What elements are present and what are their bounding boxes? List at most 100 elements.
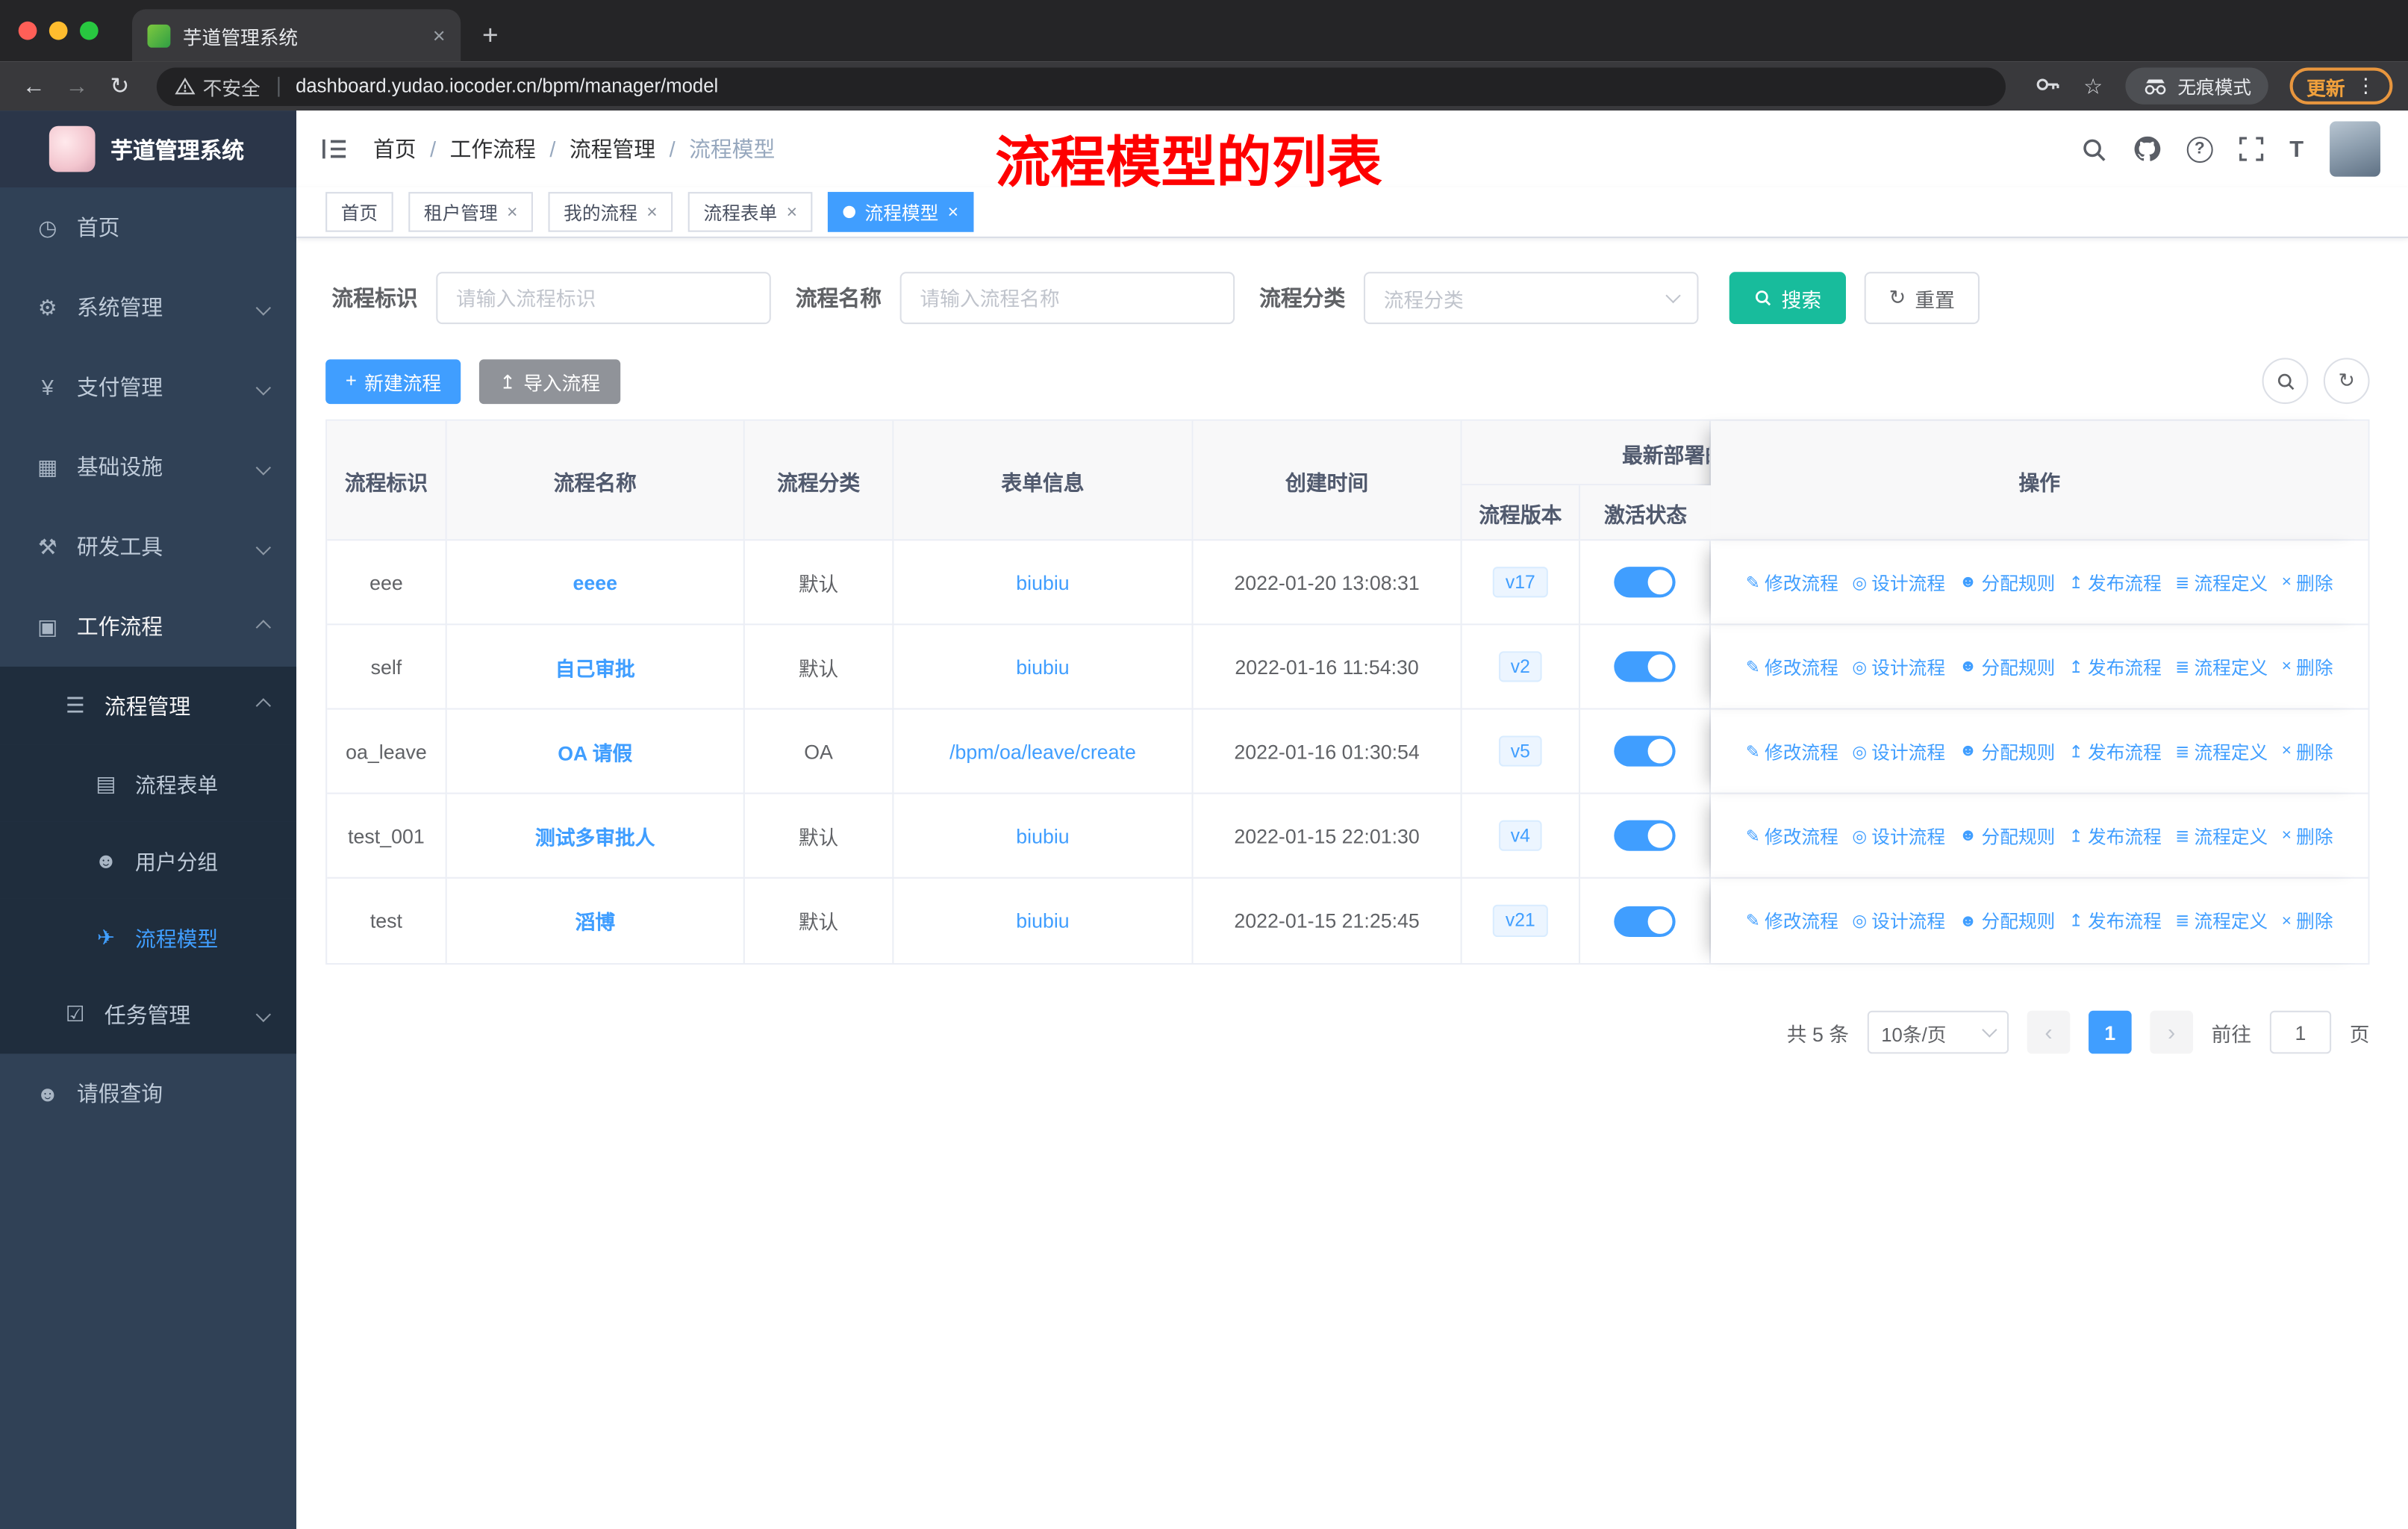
delete-link[interactable]: × 删除 (2282, 908, 2333, 934)
breadcrumb-process-management[interactable]: 流程管理 (570, 134, 655, 164)
tag-home[interactable]: 首页 (325, 192, 393, 232)
process-definition-link[interactable]: ≣ 流程定义 (2175, 569, 2268, 595)
page-size-select[interactable]: 10条/页 (1867, 1010, 2009, 1054)
design-process-link[interactable]: ◎ 设计流程 (1852, 738, 1945, 764)
user-avatar[interactable] (2330, 121, 2380, 177)
assign-rule-link[interactable]: ☻ 分配规则 (1959, 738, 2056, 764)
create-process-button[interactable]: + 新建流程 (325, 358, 461, 404)
assign-rule-link[interactable]: ☻ 分配规则 (1959, 823, 2056, 849)
sidebar-fold-icon[interactable] (321, 137, 349, 161)
edit-process-link[interactable]: ✎ 修改流程 (1746, 823, 1838, 849)
browser-tab[interactable]: 芋道管理系统 × (131, 9, 461, 62)
process-name-link[interactable]: 自己审批 (555, 657, 635, 680)
close-icon[interactable]: × (948, 202, 958, 223)
design-process-link[interactable]: ◎ 设计流程 (1852, 569, 1945, 595)
process-name-link[interactable]: 测试多审批人 (535, 826, 655, 849)
breadcrumb-home[interactable]: 首页 (373, 134, 417, 164)
delete-link[interactable]: × 删除 (2282, 738, 2333, 764)
assign-rule-link[interactable]: ☻ 分配规则 (1959, 653, 2056, 679)
form-info-link[interactable]: biubiu (1016, 824, 1069, 847)
process-definition-link[interactable]: ≣ 流程定义 (2175, 738, 2268, 764)
form-info-link[interactable]: biubiu (1016, 655, 1069, 678)
form-info-link[interactable]: biubiu (1016, 570, 1069, 594)
process-name-link[interactable]: eeee (573, 570, 617, 594)
design-process-link[interactable]: ◎ 设计流程 (1852, 908, 1945, 934)
window-close-button[interactable] (18, 21, 37, 40)
address-bar[interactable]: 不安全 dashboard.yudao.iocoder.cn/bpm/manag… (156, 66, 2006, 105)
delete-link[interactable]: × 删除 (2282, 823, 2333, 849)
deploy-process-link[interactable]: ↥ 发布流程 (2069, 738, 2162, 764)
process-category-select[interactable]: 流程分类 (1363, 272, 1699, 325)
active-toggle[interactable] (1614, 735, 1676, 767)
search-icon[interactable] (2080, 136, 2106, 162)
sidebar-item-process-model[interactable]: ✈ 流程模型 (0, 898, 297, 976)
process-name-link[interactable]: 滔博 (575, 911, 615, 934)
assign-rule-link[interactable]: ☻ 分配规则 (1959, 908, 2056, 934)
sidebar-item-infra[interactable]: ▦ 基础设施 (0, 427, 296, 507)
page-number-button[interactable]: 1 (2088, 1010, 2132, 1054)
sidebar-item-task-management[interactable]: ☑ 任务管理 (0, 975, 297, 1054)
edit-process-link[interactable]: ✎ 修改流程 (1746, 738, 1838, 764)
breadcrumb-workflow[interactable]: 工作流程 (450, 134, 536, 164)
sidebar-item-system[interactable]: ⚙ 系统管理 (0, 267, 296, 347)
design-process-link[interactable]: ◎ 设计流程 (1852, 653, 1945, 679)
toggle-search-button[interactable] (2262, 358, 2309, 405)
sidebar-item-devtools[interactable]: ⚒ 研发工具 (0, 507, 296, 587)
search-button[interactable]: 搜索 (1729, 272, 1847, 325)
fullscreen-icon[interactable] (2239, 137, 2263, 161)
active-toggle[interactable] (1614, 820, 1676, 851)
process-definition-link[interactable]: ≣ 流程定义 (2175, 908, 2268, 934)
github-icon[interactable] (2133, 135, 2160, 163)
sidebar-item-process-management[interactable]: ☰ 流程管理 (0, 666, 297, 745)
deploy-process-link[interactable]: ↥ 发布流程 (2069, 908, 2162, 934)
assign-rule-link[interactable]: ☻ 分配规则 (1959, 569, 2056, 595)
reload-button[interactable]: ↻ (102, 72, 138, 100)
form-info-link[interactable]: biubiu (1016, 909, 1069, 932)
bookmark-star-icon[interactable]: ☆ (2073, 73, 2112, 99)
active-toggle[interactable] (1614, 905, 1676, 936)
tag-tenant-management[interactable]: 租户管理 × (408, 192, 534, 232)
sidebar-item-home[interactable]: ◷ 首页 (0, 187, 296, 267)
password-key-icon[interactable] (2027, 72, 2067, 101)
sidebar-item-process-form[interactable]: ▤ 流程表单 (0, 744, 297, 822)
import-process-button[interactable]: ↥ 导入流程 (479, 358, 620, 404)
browser-menu-icon[interactable]: ⋮ (2356, 74, 2376, 99)
close-icon[interactable]: × (787, 202, 797, 223)
active-toggle[interactable] (1614, 567, 1676, 598)
process-name-input[interactable] (899, 272, 1235, 325)
tag-process-form[interactable]: 流程表单 × (687, 192, 813, 232)
next-page-button[interactable]: › (2150, 1010, 2193, 1054)
edit-process-link[interactable]: ✎ 修改流程 (1746, 653, 1838, 679)
new-tab-button[interactable]: + (482, 20, 499, 52)
tag-my-process[interactable]: 我的流程 × (548, 192, 673, 232)
security-indicator[interactable]: 不安全 (175, 72, 261, 101)
design-process-link[interactable]: ◎ 设计流程 (1852, 823, 1945, 849)
process-definition-link[interactable]: ≣ 流程定义 (2175, 653, 2268, 679)
delete-link[interactable]: × 删除 (2282, 569, 2333, 595)
tag-process-model[interactable]: 流程模型 × (828, 192, 974, 232)
window-zoom-button[interactable] (79, 21, 99, 40)
prev-page-button[interactable]: ‹ (2027, 1010, 2071, 1054)
delete-link[interactable]: × 删除 (2282, 653, 2333, 679)
forward-button[interactable]: → (58, 73, 95, 99)
goto-page-input[interactable] (2269, 1010, 2332, 1054)
window-minimize-button[interactable] (49, 21, 68, 40)
sidebar-item-leave-query[interactable]: ☻ 请假查询 (0, 1053, 296, 1133)
app-logo[interactable]: 芋道管理系统 (0, 110, 297, 188)
process-definition-link[interactable]: ≣ 流程定义 (2175, 823, 2268, 849)
refresh-table-button[interactable]: ↻ (2323, 358, 2370, 405)
sidebar-item-user-group[interactable]: ☻ 用户分组 (0, 821, 297, 899)
font-size-icon[interactable]: T (2289, 136, 2303, 162)
deploy-process-link[interactable]: ↥ 发布流程 (2069, 653, 2162, 679)
reset-button[interactable]: ↻ 重置 (1864, 272, 1980, 325)
form-info-link[interactable]: /bpm/oa/leave/create (949, 740, 1136, 763)
tab-close-icon[interactable]: × (433, 23, 446, 48)
deploy-process-link[interactable]: ↥ 发布流程 (2069, 823, 2162, 849)
process-name-link[interactable]: OA 请假 (558, 741, 632, 764)
sidebar-item-payment[interactable]: ¥ 支付管理 (0, 347, 296, 427)
browser-update-button[interactable]: 更新 ⋮ (2289, 67, 2393, 105)
help-icon[interactable]: ? (2186, 136, 2213, 163)
back-button[interactable]: ← (16, 73, 52, 99)
sidebar-item-workflow[interactable]: ▣ 工作流程 (0, 587, 296, 667)
edit-process-link[interactable]: ✎ 修改流程 (1746, 569, 1838, 595)
